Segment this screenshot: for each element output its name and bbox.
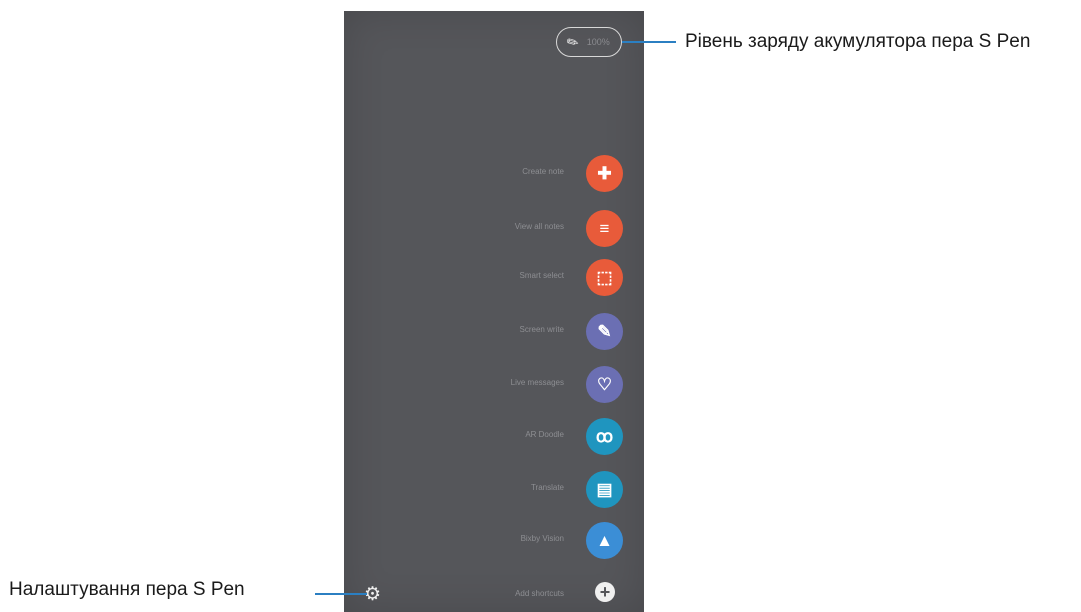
menu-item-label: View all notes (514, 222, 564, 231)
menu-item[interactable]: Screen write ✎ (344, 313, 644, 351)
menu-item-label: Smart select (519, 271, 564, 280)
battery-callout: Рівень заряду акумулятора пера S Pen (685, 31, 1031, 52)
menu-item[interactable]: View all notes ≡ (344, 210, 644, 248)
menu-item-label: Bixby Vision (520, 534, 564, 543)
live-messages-icon[interactable]: ♡ (586, 366, 623, 403)
menu-item[interactable]: Live messages ♡ (344, 366, 644, 404)
plus-icon[interactable]: + (595, 582, 615, 602)
create-note-icon[interactable]: ✚ (586, 155, 623, 192)
add-shortcuts-label[interactable]: Add shortcuts (515, 589, 564, 598)
settings-callout: Налаштування пера S Pen (9, 579, 245, 600)
battery-level: 100% (586, 37, 610, 47)
view-notes-icon[interactable]: ≡ (586, 210, 623, 247)
menu-item[interactable]: Smart select ⬚ (344, 259, 644, 297)
battery-callout-line (622, 41, 676, 43)
smart-select-icon[interactable]: ⬚ (586, 259, 623, 296)
pen-battery-indicator: ✎ 100% (556, 27, 622, 57)
menu-item-label: Create note (522, 167, 564, 176)
pen-icon: ✎ (563, 31, 582, 52)
menu-item[interactable]: Bixby Vision ▲ (344, 522, 644, 560)
settings-callout-line (315, 593, 367, 595)
screen-write-icon[interactable]: ✎ (586, 313, 623, 350)
menu-item-label: Live messages (510, 378, 564, 387)
bixby-vision-icon[interactable]: ▲ (586, 522, 623, 559)
menu-item[interactable]: Translate ▤ (344, 471, 644, 509)
menu-item-label: Screen write (519, 325, 564, 334)
menu-item-label: AR Doodle (525, 430, 564, 439)
translate-icon[interactable]: ▤ (586, 471, 623, 508)
ar-doodle-icon[interactable]: ꝏ (586, 418, 623, 455)
menu-item-label: Translate (530, 483, 564, 492)
menu-item[interactable]: Create note ✚ (344, 155, 644, 193)
menu-item[interactable]: AR Doodle ꝏ (344, 418, 644, 456)
air-command-bottom-bar: ⚙ Add shortcuts + (344, 576, 644, 612)
